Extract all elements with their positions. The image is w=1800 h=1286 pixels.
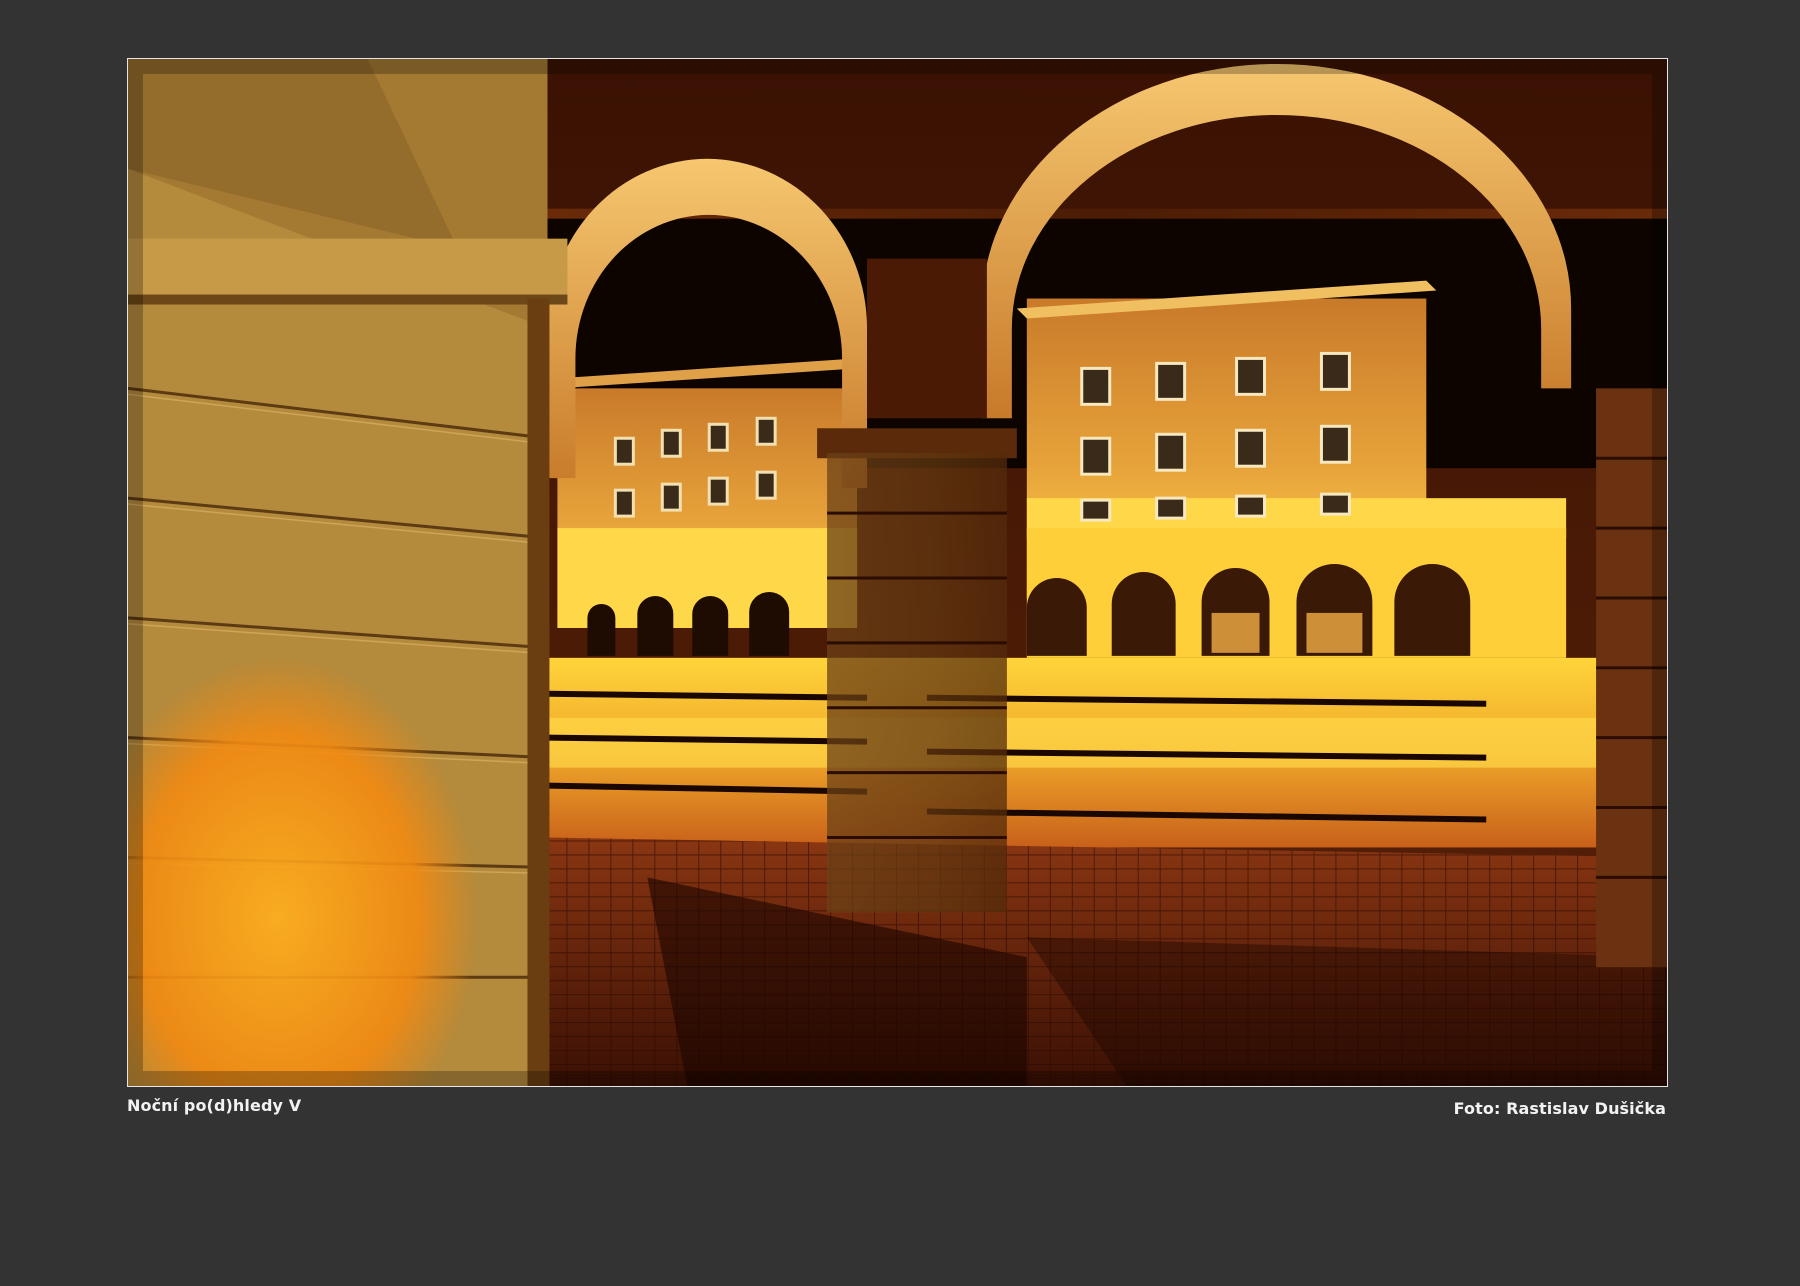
photo-scene xyxy=(128,59,1667,1086)
center-pillar xyxy=(817,428,1017,913)
left-building xyxy=(557,358,858,656)
foreground-pillar xyxy=(128,59,568,1086)
photo-credit: Foto: Rastislav Dušička xyxy=(1453,1099,1666,1118)
night-arcade-photo xyxy=(127,58,1668,1087)
photo-title: Noční po(d)hledy V xyxy=(127,1096,302,1115)
